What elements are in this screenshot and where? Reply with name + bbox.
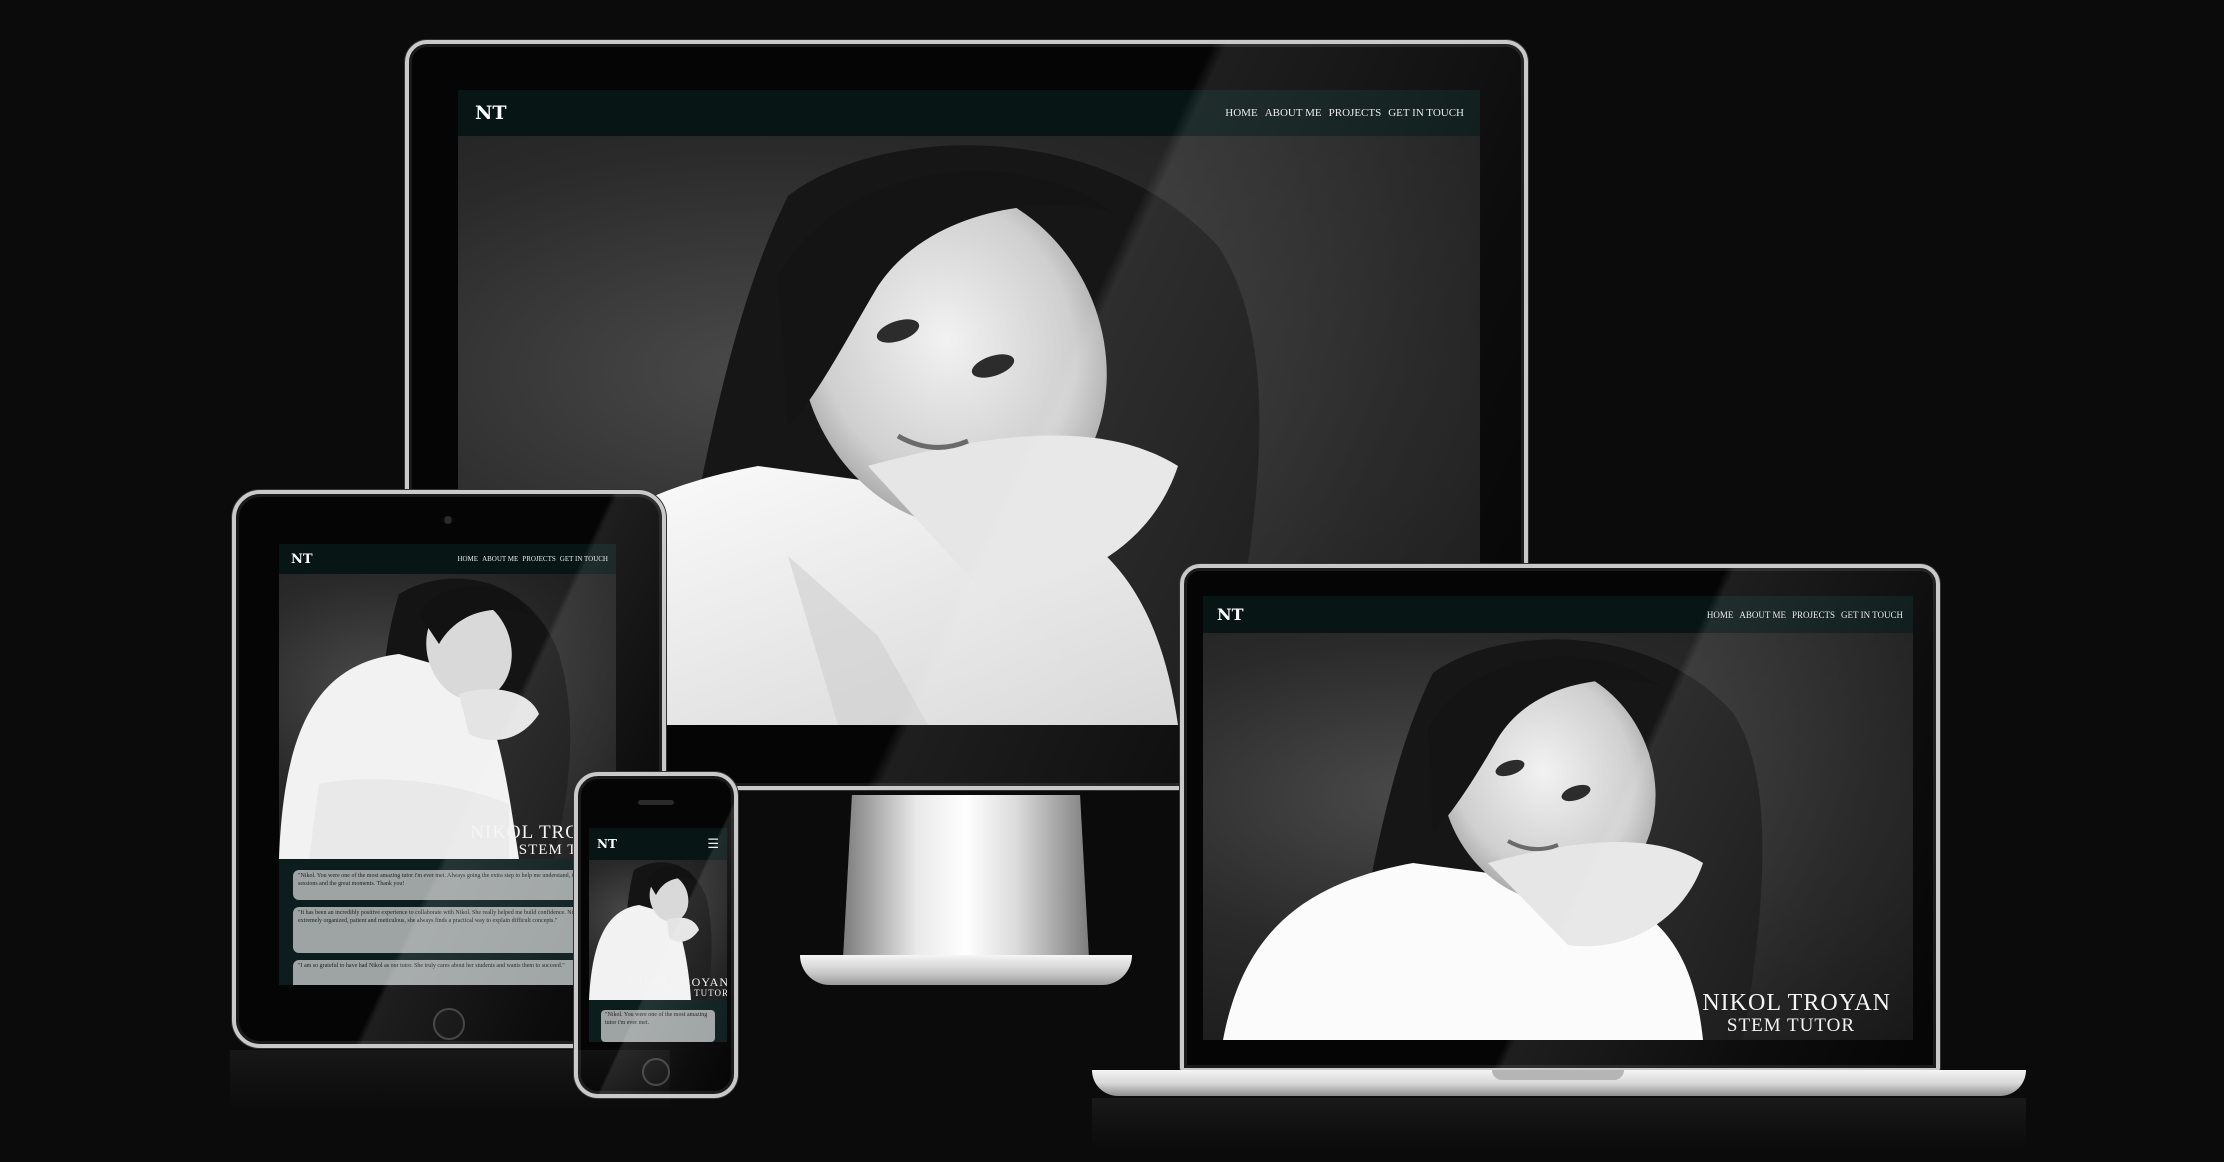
device-mockup-stage: NT HOME ABOUT ME PROJECTS GET IN TOUCH N… [0, 0, 2224, 1162]
nav-get-in-touch[interactable]: GET IN TOUCH [1841, 610, 1903, 620]
nav-about-me[interactable]: ABOUT ME [1265, 107, 1322, 119]
nav-links: HOME ABOUT ME PROJECTS GET IN TOUCH [457, 555, 608, 563]
nav-links: HOME ABOUT ME PROJECTS GET IN TOUCH [1707, 610, 1903, 620]
navbar: NT ☰ [589, 828, 727, 860]
hero-role: STEM TUTOR [663, 987, 727, 998]
testimonial-card: "Nikol. You were one of the most amazing… [293, 870, 613, 900]
testimonials-section: "Nikol. You were one of the most amazing… [589, 1000, 727, 1042]
brand-logo[interactable]: NT [291, 552, 313, 567]
navbar: NT HOME ABOUT ME PROJECTS GET IN TOUCH [458, 90, 1480, 136]
reflection [1092, 1098, 2026, 1148]
tablet-home-button[interactable] [433, 1008, 465, 1040]
tablet-screen: NT HOME ABOUT ME PROJECTS GET IN TOUCH N… [279, 544, 616, 985]
nav-projects[interactable]: PROJECTS [1792, 610, 1835, 620]
testimonial-card: "It has been an incredibly positive expe… [293, 907, 613, 953]
laptop-notch [1492, 1070, 1624, 1080]
testimonials-section: "Nikol. You were one of the most amazing… [279, 859, 616, 985]
nav-projects[interactable]: PROJECTS [522, 555, 555, 563]
nav-home[interactable]: HOME [1225, 107, 1257, 119]
testimonial-card: "I am so grateful to have had Nikol as o… [293, 960, 613, 985]
brand-logo[interactable]: NT [1217, 605, 1244, 624]
navbar: NT HOME ABOUT ME PROJECTS GET IN TOUCH [1203, 596, 1913, 633]
hero-role: STEM TUTOR [1726, 1015, 1855, 1037]
brand-logo[interactable]: NT [475, 102, 507, 124]
nav-home[interactable]: HOME [1707, 610, 1734, 620]
tablet-camera [444, 516, 452, 524]
hero-portrait-image [1223, 639, 1763, 1040]
testimonial-card: "Nikol. You were one of the most amazing… [601, 1010, 715, 1042]
monitor-stand [842, 795, 1090, 977]
laptop-screen: NT HOME ABOUT ME PROJECTS GET IN TOUCH N… [1203, 596, 1913, 1040]
nav-home[interactable]: HOME [457, 555, 478, 563]
hero-section: NIKOL TROYAN STEM TUTOR [279, 574, 616, 859]
navbar: NT HOME ABOUT ME PROJECTS GET IN TOUCH [279, 544, 616, 574]
hero-name: NIKOL TROYAN [1702, 989, 1891, 1016]
nav-get-in-touch[interactable]: GET IN TOUCH [1388, 107, 1464, 119]
hero-section: NIKOL TROYAN STEM TUTOR [1203, 633, 1913, 1040]
hamburger-menu-icon[interactable]: ☰ [707, 837, 719, 852]
hero-title: NIKOL TROYAN STEM TUTOR [629, 976, 727, 998]
nav-get-in-touch[interactable]: GET IN TOUCH [560, 555, 608, 563]
hero-title: NIKOL TROYAN STEM TUTOR [1702, 989, 1891, 1037]
nav-projects[interactable]: PROJECTS [1329, 107, 1382, 119]
phone-screen: NT ☰ NIKOL TROYAN STEM TUTOR "Nikol. You… [589, 828, 727, 1042]
nav-links: HOME ABOUT ME PROJECTS GET IN TOUCH [1225, 107, 1464, 119]
brand-logo[interactable]: NT [597, 837, 617, 851]
hero-name: NIKOL TROYAN [628, 974, 727, 989]
nav-about-me[interactable]: ABOUT ME [482, 555, 518, 563]
reflection [230, 1050, 670, 1110]
phone-speaker [638, 800, 674, 805]
nav-about-me[interactable]: ABOUT ME [1739, 610, 1786, 620]
monitor-stand-base [800, 955, 1132, 985]
hero-portrait-image [279, 578, 571, 859]
hero-section: NIKOL TROYAN STEM TUTOR [589, 860, 727, 1000]
